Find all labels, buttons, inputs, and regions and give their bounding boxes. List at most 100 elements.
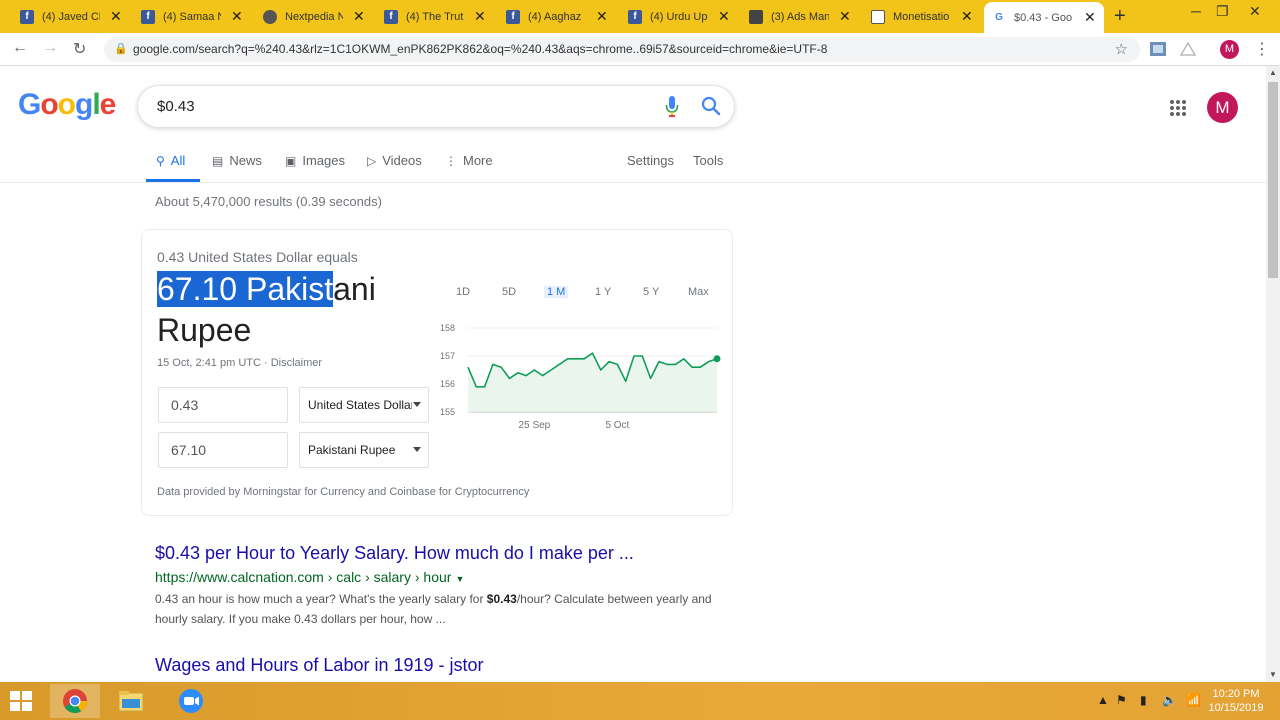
close-tab-icon[interactable]: ✕	[596, 8, 608, 25]
tray-overflow-icon[interactable]: ▲	[1097, 693, 1109, 707]
dropdown-arrow-icon	[413, 447, 421, 452]
range-1d-button[interactable]: 1D	[456, 286, 470, 298]
to-currency-value: Pakistani Rupee	[308, 443, 396, 457]
folder-icon	[118, 691, 144, 712]
clock-time: 10:20 PM	[1212, 688, 1260, 700]
search-box[interactable]: $0.43	[137, 85, 735, 128]
browser-tab[interactable]: (3) Ads Man ✕	[741, 3, 859, 30]
result-url[interactable]: https://www.calcnation.com › calc › sala…	[155, 569, 464, 585]
exchange-rate-chart[interactable]: 155 156 157 158 25 Sep 5 Oct	[440, 322, 725, 442]
account-avatar[interactable]: M	[1207, 92, 1238, 123]
tab-news[interactable]: ▤ News	[212, 153, 262, 168]
tab-images[interactable]: ▣ Images	[285, 153, 345, 168]
y-tick-label: 156	[440, 379, 455, 389]
close-tab-icon[interactable]: ✕	[110, 8, 122, 25]
tab-videos[interactable]: ▷ Videos	[367, 153, 422, 168]
close-tab-icon[interactable]: ✕	[718, 8, 730, 25]
scroll-up-icon[interactable]: ▲	[1269, 68, 1277, 77]
range-5d-button[interactable]: 5D	[502, 286, 516, 298]
to-amount-field[interactable]	[158, 432, 288, 468]
result-title-link[interactable]: Wages and Hours of Labor in 1919 - jstor	[155, 655, 484, 676]
browser-tab[interactable]: f (4) Aaghaz ✕	[498, 3, 616, 30]
url-text[interactable]: google.com/search?q=%240.43&rlz=1C1OKWM_…	[133, 42, 827, 56]
conversion-result: 67.10 Pakistani Rupee	[157, 269, 427, 351]
back-icon[interactable]: ←	[12, 39, 28, 57]
browser-tab[interactable]: Monetisatio ✕	[863, 3, 981, 30]
range-1y-button[interactable]: 1 Y	[595, 286, 611, 298]
range-max-button[interactable]: Max	[688, 286, 709, 298]
action-center-flag-icon[interactable]: ⚑	[1116, 693, 1127, 707]
tab-label: Settings	[627, 153, 674, 168]
close-tab-icon[interactable]: ✕	[961, 8, 973, 25]
tab-label: News	[229, 153, 262, 168]
result-title-link[interactable]: $0.43 per Hour to Yearly Salary. How muc…	[155, 543, 634, 564]
from-amount-field[interactable]	[158, 387, 288, 423]
forward-icon[interactable]: →	[42, 39, 58, 57]
tab-title: Monetisatio	[893, 10, 950, 23]
tab-all[interactable]: ⚲ All	[156, 153, 185, 168]
from-currency-select[interactable]: United States Dollar	[299, 387, 429, 423]
google-logo[interactable]: Google	[18, 88, 116, 122]
tab-more[interactable]: ⋮ More	[445, 153, 493, 168]
apps-grid-icon[interactable]	[1169, 99, 1187, 117]
zoom-icon	[179, 689, 203, 713]
taskbar-clock[interactable]: 10:20 PM 10/15/2019	[1208, 687, 1264, 715]
taskbar-zoom[interactable]	[166, 684, 216, 718]
image-icon: ▣	[285, 153, 297, 168]
battery-icon[interactable]: ▮	[1140, 693, 1147, 707]
minimize-icon[interactable]: ─	[1191, 3, 1201, 19]
snippet-highlight: $0.43	[486, 592, 517, 606]
taskbar-file-explorer[interactable]	[106, 684, 156, 718]
from-amount-input[interactable]	[159, 388, 287, 422]
ads-icon	[749, 9, 763, 24]
new-tab-icon[interactable]: +	[1114, 5, 1126, 28]
address-bar[interactable]: 🔒 google.com/search?q=%240.43&rlz=1C1OKW…	[104, 37, 1140, 62]
tab-tools[interactable]: Tools	[693, 153, 723, 168]
scroll-down-icon[interactable]: ▼	[1269, 670, 1277, 679]
range-1m-button[interactable]: 1 M	[544, 286, 569, 298]
browser-tab[interactable]: f (4) The Trut ✕	[376, 3, 494, 30]
facebook-icon: f	[141, 9, 155, 24]
microphone-icon[interactable]	[665, 95, 679, 119]
selected-text[interactable]: 67.10 Pakist	[157, 271, 334, 307]
browser-tab[interactable]: Nextpedia N ✕	[255, 3, 373, 30]
browser-tab[interactable]: f (4) Urdu Up ✕	[620, 3, 738, 30]
taskbar-chrome[interactable]	[50, 684, 100, 718]
tab-label: Tools	[693, 153, 724, 168]
search-input[interactable]: $0.43	[157, 98, 195, 115]
close-tab-icon[interactable]: ✕	[353, 8, 365, 25]
volume-icon[interactable]: 🔈	[1162, 693, 1177, 707]
search-tabs: ⚲ All ▤ News ▣ Images ▷ Videos ⋮ More Se…	[0, 146, 1266, 183]
y-tick-label: 158	[440, 323, 455, 333]
data-source-note: Data provided by Morningstar for Currenc…	[157, 486, 530, 498]
extension-icon[interactable]	[1150, 42, 1166, 56]
network-signal-icon[interactable]: 📶	[1186, 693, 1201, 707]
search-icon[interactable]	[701, 96, 721, 116]
scrollbar-thumb[interactable]	[1268, 82, 1278, 278]
close-tab-icon[interactable]: ✕	[1084, 9, 1096, 26]
close-tab-icon[interactable]: ✕	[474, 8, 486, 25]
browser-menu-icon[interactable]: ⋮	[1254, 39, 1270, 59]
extension-icon[interactable]	[1180, 42, 1196, 56]
bookmark-star-icon[interactable]: ☆	[1115, 40, 1128, 58]
to-currency-select[interactable]: Pakistani Rupee	[299, 432, 429, 468]
browser-tab[interactable]: f (4) Samaa N ✕	[133, 3, 251, 30]
windows-taskbar: ▲ ⚑ ▮ 🔈 📶 10:20 PM 10/15/2019	[0, 682, 1280, 720]
reload-icon[interactable]: ↻	[73, 39, 86, 59]
x-tick-label: 5 Oct	[605, 420, 629, 431]
dropdown-arrow-icon[interactable]: ▼	[455, 574, 464, 584]
browser-tab[interactable]: f (4) Javed Ch ✕	[12, 3, 130, 30]
to-amount-input[interactable]	[159, 433, 287, 467]
restore-icon[interactable]: ❐	[1216, 3, 1229, 20]
browser-tab-active[interactable]: G $0.43 - Goo ✕	[984, 2, 1104, 33]
windows-start-icon[interactable]	[10, 691, 32, 711]
range-5y-button[interactable]: 5 Y	[643, 286, 659, 298]
close-window-icon[interactable]: ✕	[1249, 3, 1261, 20]
tab-title: (4) Samaa N	[163, 10, 221, 23]
tab-settings[interactable]: Settings	[627, 153, 674, 168]
close-tab-icon[interactable]: ✕	[231, 8, 243, 25]
updated-timestamp[interactable]: 15 Oct, 2:41 pm UTC · Disclaimer	[157, 357, 322, 369]
y-tick-label: 157	[440, 351, 455, 361]
profile-avatar[interactable]: M	[1220, 40, 1239, 59]
close-tab-icon[interactable]: ✕	[839, 8, 851, 25]
